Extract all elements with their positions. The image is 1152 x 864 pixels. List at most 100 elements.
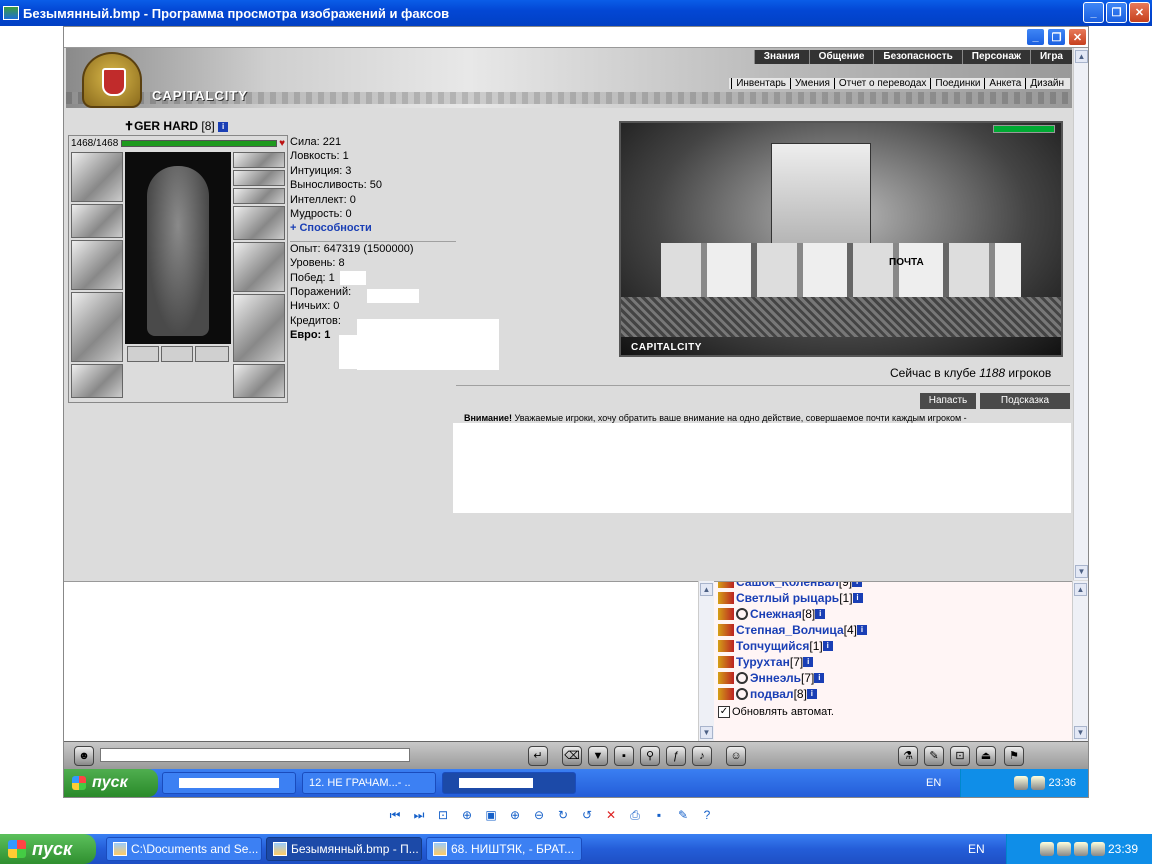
chat-scrollbar[interactable]: ▲ ▼: [698, 581, 714, 741]
save-icon[interactable]: ▪: [614, 746, 634, 766]
network-icon[interactable]: [1056, 842, 1071, 856]
post-sign[interactable]: ПОЧТА: [889, 257, 924, 268]
list-item[interactable]: Степная_Волчица [4] i: [714, 622, 1072, 638]
rotate-counterclockwise-icon[interactable]: ↺: [578, 806, 596, 824]
list-item[interactable]: Турухтан [7] i: [714, 654, 1072, 670]
walk-icon[interactable]: ⚲: [640, 746, 660, 766]
armor-slot[interactable]: [71, 292, 123, 362]
shield-slot[interactable]: [233, 242, 285, 292]
list-item[interactable]: Снежная [8] i: [714, 606, 1072, 622]
weapon-slot[interactable]: [71, 240, 123, 290]
task-item-explorer[interactable]: C:\Documents and Se...: [106, 837, 262, 861]
list-item[interactable]: Сашок_Коленвал [9] i: [714, 582, 1072, 590]
info-icon[interactable]: i: [218, 121, 229, 132]
previous-image-icon[interactable]: ⏮: [386, 806, 404, 824]
scroll-down-icon[interactable]: ▼: [1074, 726, 1087, 739]
scroll-icon[interactable]: ✎: [924, 746, 944, 766]
helmet-slot[interactable]: [71, 152, 123, 202]
lang-indicator[interactable]: EN: [968, 842, 985, 856]
volume-icon[interactable]: [1039, 842, 1054, 856]
chat-smile-icon[interactable]: ☻: [74, 746, 94, 766]
scroll-down-icon[interactable]: ▼: [700, 726, 713, 739]
info-icon[interactable]: i: [803, 657, 814, 667]
antivirus-icon[interactable]: [1090, 842, 1105, 856]
security-icon[interactable]: [1073, 842, 1088, 856]
nav-igra[interactable]: Игра: [1029, 50, 1072, 64]
start-button[interactable]: пуск: [0, 834, 96, 864]
abilities-link[interactable]: + Способности: [290, 221, 413, 235]
network-icon[interactable]: [1031, 776, 1046, 790]
empty-slot-2[interactable]: [161, 346, 193, 362]
empty-slot-3[interactable]: [195, 346, 229, 362]
translit-icon[interactable]: ƒ: [666, 746, 686, 766]
scroll-down-icon[interactable]: ▼: [1075, 565, 1088, 578]
subnav-poedinki[interactable]: Поединки: [930, 78, 984, 89]
earrings-slot[interactable]: [233, 152, 285, 168]
eraser-icon[interactable]: ⌫: [562, 746, 582, 766]
subnav-inventar[interactable]: Инвентарь: [731, 78, 790, 89]
send-icon[interactable]: ↵: [528, 746, 548, 766]
rotate-clockwise-icon[interactable]: ↻: [554, 806, 572, 824]
list-item[interactable]: Топчущийся [1] i: [714, 638, 1072, 654]
auto-refresh-checkbox[interactable]: ✓ Обновлять автомат.: [714, 706, 1072, 718]
subnav-anketa[interactable]: Анкета: [984, 78, 1025, 89]
maximize-button[interactable]: ❐: [1106, 2, 1127, 23]
smiley-icon[interactable]: ☺: [726, 746, 746, 766]
subnav-dizain[interactable]: Дизайн: [1025, 78, 1068, 89]
info-icon[interactable]: i: [852, 582, 863, 587]
inner-lang-indicator[interactable]: EN: [926, 777, 941, 789]
scroll-up-icon[interactable]: ▲: [1075, 50, 1088, 63]
zoom-in-icon[interactable]: ⊕: [506, 806, 524, 824]
inner-start-button[interactable]: пуск: [64, 769, 158, 797]
chat-input[interactable]: [100, 748, 410, 762]
task-item-winamp[interactable]: 68. НИШТЯК, - БРАТ...: [426, 837, 582, 861]
inner-close-button[interactable]: ✕: [1068, 28, 1087, 46]
userlist-scrollbar[interactable]: ▲ ▼: [1072, 581, 1088, 741]
delete-icon[interactable]: ✕: [602, 806, 620, 824]
best-fit-icon[interactable]: ⊡: [434, 806, 452, 824]
boots-slot[interactable]: [233, 364, 285, 398]
close-button[interactable]: ✕: [1129, 2, 1150, 23]
save-icon[interactable]: ▪: [650, 806, 668, 824]
actual-size-icon[interactable]: ⊕: [458, 806, 476, 824]
info-icon[interactable]: i: [806, 689, 817, 699]
inner-task-item-2[interactable]: 12. НЕ ГРАЧАМ...- ..: [302, 772, 436, 794]
flag-icon[interactable]: ⚑: [1004, 746, 1024, 766]
print-icon[interactable]: ⎙: [626, 806, 644, 824]
info-icon[interactable]: i: [815, 609, 826, 619]
legs-slot[interactable]: [233, 294, 285, 362]
hint-button[interactable]: Подсказка: [980, 393, 1070, 409]
exit-icon[interactable]: ⏏: [976, 746, 996, 766]
info-icon[interactable]: i: [856, 625, 867, 635]
bottle-icon[interactable]: ⚗: [898, 746, 918, 766]
nav-obshchenie[interactable]: Общение: [808, 50, 874, 64]
bag-icon[interactable]: ⊡: [950, 746, 970, 766]
nav-znaniya[interactable]: Знания: [753, 50, 809, 64]
inner-task-item-3[interactable]: [442, 772, 576, 794]
subnav-umeniya[interactable]: Умения: [790, 78, 834, 89]
empty-slot-1[interactable]: [127, 346, 159, 362]
sound-icon[interactable]: ♪: [692, 746, 712, 766]
slideshow-icon[interactable]: ▣: [482, 806, 500, 824]
list-item[interactable]: Светлый рыцарь [1] i: [714, 590, 1072, 606]
nav-personazh[interactable]: Персонаж: [961, 50, 1030, 64]
list-item[interactable]: подвал [8] i: [714, 686, 1072, 702]
minimize-button[interactable]: _: [1083, 2, 1104, 23]
inner-minimize-button[interactable]: _: [1026, 28, 1045, 46]
character-avatar[interactable]: [125, 152, 231, 344]
scroll-up-icon[interactable]: ▲: [700, 583, 713, 596]
city-scene[interactable]: ПОЧТА CAPITALCITY: [619, 121, 1063, 357]
amulet-slot[interactable]: [233, 170, 285, 186]
info-icon[interactable]: i: [814, 673, 825, 683]
player-name[interactable]: ✝GER HARD [8] i: [124, 119, 229, 133]
list-item[interactable]: Эннеэль [7] i: [714, 670, 1072, 686]
next-image-icon[interactable]: ⏭: [410, 806, 428, 824]
volume-icon[interactable]: [1014, 776, 1029, 790]
inner-restore-button[interactable]: ❐: [1047, 28, 1066, 46]
belt-slot[interactable]: [71, 364, 123, 398]
zoom-out-icon[interactable]: ⊖: [530, 806, 548, 824]
rings-slot[interactable]: [233, 188, 285, 204]
gloves-slot[interactable]: [233, 206, 285, 240]
inner-task-item-1[interactable]: [162, 772, 296, 794]
subnav-otchet[interactable]: Отчет о переводах: [833, 78, 931, 89]
